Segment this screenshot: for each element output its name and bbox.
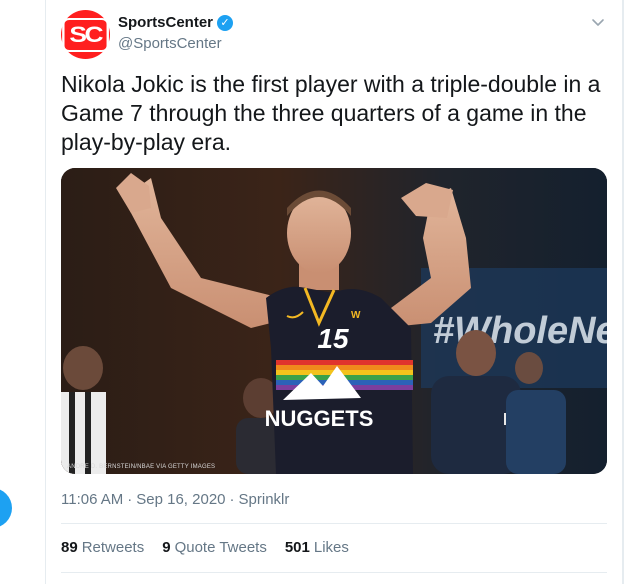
tweet: SC SportsCenter ✓ @SportsCenter Nikola J…: [45, 0, 623, 584]
tweet-stats: 89 Retweets 9 Quote Tweets 501 Likes: [61, 539, 349, 556]
tweet-date[interactable]: Sep 16, 2020: [136, 491, 225, 508]
timestamp-separator: ·: [127, 491, 133, 508]
verified-badge-icon: ✓: [217, 14, 234, 31]
timestamp-separator: ·: [229, 491, 235, 508]
retweets-stat[interactable]: 89 Retweets: [61, 539, 144, 556]
quote-tweets-stat[interactable]: 9 Quote Tweets: [162, 539, 267, 556]
quote-tweets-label: Quote Tweets: [174, 539, 267, 556]
tweet-photo[interactable]: #WholeNew: [61, 168, 607, 474]
photo-credit: ANDRE D. BERNSTEIN/NBAE VIA GETTY IMAGES: [67, 464, 216, 470]
tweet-text: Nikola Jokic is the first player with a …: [61, 71, 601, 155]
divider: [61, 572, 607, 573]
page: SC SportsCenter ✓ @SportsCenter Nikola J…: [0, 0, 641, 584]
jersey-number: 15: [317, 323, 349, 354]
compose-button-edge[interactable]: [0, 488, 12, 528]
user-handle[interactable]: @SportsCenter: [118, 35, 233, 52]
quote-tweets-count: 9: [162, 539, 171, 556]
scrollbar[interactable]: [623, 0, 641, 584]
chevron-down-icon[interactable]: [590, 14, 606, 30]
avatar-logo: SC: [62, 17, 109, 52]
display-name[interactable]: SportsCenter ✓: [118, 14, 234, 31]
tweet-timestamp: 11:06 AM · Sep 16, 2020 · Sprinklr: [61, 491, 289, 508]
retweets-label: Retweets: [81, 539, 145, 556]
tweet-source[interactable]: Sprinklr: [239, 491, 290, 508]
jersey-team: NUGGETS: [265, 406, 374, 431]
likes-count: 501: [284, 539, 310, 556]
retweets-count: 89: [61, 539, 78, 556]
divider: [61, 523, 607, 524]
avatar[interactable]: SC: [61, 10, 110, 59]
author-block: SportsCenter ✓ @SportsCenter: [118, 14, 234, 52]
tweet-time[interactable]: 11:06 AM: [61, 491, 123, 508]
likes-stat[interactable]: 501 Likes: [285, 539, 349, 556]
display-name-text: SportsCenter: [118, 14, 214, 31]
svg-text:W: W: [351, 310, 361, 321]
likes-label: Likes: [313, 539, 349, 556]
